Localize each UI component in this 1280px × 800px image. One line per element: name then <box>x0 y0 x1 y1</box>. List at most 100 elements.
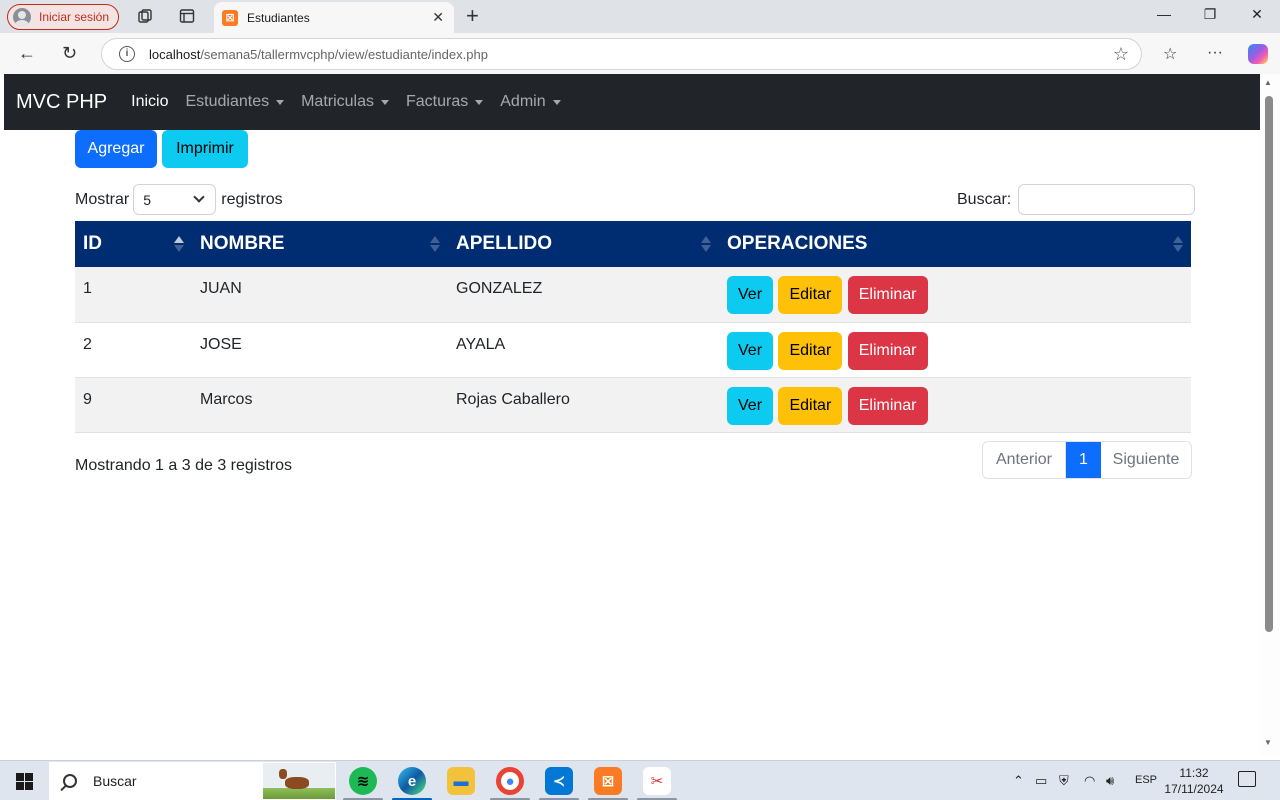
search-icon <box>63 774 77 788</box>
nav-dropdown-estudiantes[interactable]: Estudiantes <box>185 93 285 111</box>
tab-title: Estudiantes <box>247 10 310 25</box>
caret-down-icon <box>552 99 561 105</box>
browser-tab-active[interactable]: ⊠ Estudiantes ✕ <box>214 2 454 33</box>
delete-button[interactable]: Eliminar <box>847 331 928 370</box>
cell-nombre: Marcos <box>200 390 253 408</box>
language-indicator[interactable]: ESP <box>1135 774 1157 786</box>
app-navbar: MVC PHP Inicio Estudiantes Matriculas Fa… <box>4 74 1260 130</box>
delete-button[interactable]: Eliminar <box>847 276 928 314</box>
cell-id: 1 <box>83 280 92 297</box>
restore-icon[interactable]: ❐ <box>1200 6 1220 23</box>
page-length-value: 5 <box>143 191 152 208</box>
xampp-icon[interactable]: ⊠ <box>594 767 622 795</box>
url-text[interactable]: localhost/semana5/tallermvcphp/view/estu… <box>149 47 488 62</box>
copilot-icon[interactable] <box>1248 44 1268 64</box>
favorites-icon[interactable]: ☆ <box>1163 44 1177 64</box>
cell-operaciones: Ver Editar Eliminar <box>719 322 1191 377</box>
favorite-star-icon[interactable]: ☆ <box>1113 44 1129 65</box>
edit-button[interactable]: Editar <box>778 276 843 314</box>
edit-button[interactable]: Editar <box>778 386 843 425</box>
sort-asc-icon <box>174 236 184 252</box>
column-header-operaciones[interactable]: OPERACIONES <box>719 221 1191 267</box>
url-host: localhost <box>149 47 201 62</box>
file-explorer-icon[interactable]: ▬ <box>447 767 475 795</box>
view-button[interactable]: Ver <box>727 386 774 425</box>
security-icon[interactable]: ⛨ <box>1059 773 1069 789</box>
tab-actions-icon[interactable] <box>179 8 195 24</box>
view-button[interactable]: Ver <box>727 331 774 370</box>
column-label: OPERACIONES <box>727 233 868 254</box>
search-highlight-image[interactable] <box>263 763 335 799</box>
nav-link-label: Inicio <box>131 93 169 110</box>
edit-button[interactable]: Editar <box>778 331 843 370</box>
vscode-icon[interactable]: ≺ <box>545 767 573 795</box>
chrome-icon[interactable]: ● <box>496 767 524 795</box>
nav-link-inicio[interactable]: Inicio <box>131 93 168 111</box>
back-arrow-icon[interactable]: ← <box>18 43 36 63</box>
xampp-favicon-icon: ⊠ <box>222 9 238 26</box>
minimize-icon[interactable]: — <box>1154 6 1174 22</box>
show-hidden-icons-icon[interactable]: ⌃ <box>1013 773 1024 789</box>
spotify-icon[interactable]: ≋ <box>349 767 377 795</box>
table-row: 2 JOSE AYALA Ver Editar Eliminar <box>75 322 1191 377</box>
column-header-apellido[interactable]: APELLIDO <box>448 221 719 267</box>
volume-icon[interactable]: 🔊︎ <box>1106 773 1114 789</box>
cell-apellido: AYALA <box>456 335 506 353</box>
pagination-page-current[interactable]: 1 <box>1066 442 1101 478</box>
profile-button[interactable]: Iniciar sesión <box>7 4 119 30</box>
tab-close-icon[interactable]: ✕ <box>432 9 444 26</box>
page-scrollbar[interactable]: ▲ ▼ <box>1260 74 1280 756</box>
snipping-tool-icon[interactable]: ✂ <box>643 767 671 795</box>
column-header-nombre[interactable]: NOMBRE <box>192 221 448 267</box>
clock-date: 17/11/2024 <box>1164 782 1224 796</box>
taskbar: Buscar ≋ e ▬ ● ≺ ⊠ ✂ ⌃ ▭ ⛨ ◠ 🔊︎ ESP 11:3… <box>0 760 1280 800</box>
sort-icon <box>430 236 440 252</box>
refresh-icon[interactable]: ↻ <box>62 43 77 63</box>
pagination-previous[interactable]: Anterior <box>983 442 1066 478</box>
scrollbar-thumb[interactable] <box>1265 96 1273 632</box>
pagination: Anterior 1 Siguiente <box>982 441 1192 479</box>
column-label: APELLIDO <box>456 233 553 254</box>
caret-down-icon <box>475 99 484 105</box>
add-button[interactable]: Agregar <box>75 130 157 168</box>
address-bar[interactable]: i localhost/semana5/tallermvcphp/view/es… <box>101 38 1142 70</box>
cell-operaciones: Ver Editar Eliminar <box>719 377 1191 432</box>
site-info-icon[interactable]: i <box>119 46 135 62</box>
search-label: Buscar: <box>957 190 1012 208</box>
new-tab-icon[interactable]: + <box>466 4 479 28</box>
nav-link-label: Facturas <box>406 93 469 110</box>
scroll-down-icon[interactable]: ▼ <box>1264 738 1272 747</box>
view-button[interactable]: Ver <box>727 276 774 314</box>
windows-start-icon[interactable] <box>16 773 33 790</box>
nav-dropdown-admin[interactable]: Admin <box>500 93 561 111</box>
nav-link-label: Matriculas <box>301 93 374 110</box>
column-header-id[interactable]: ID <box>75 221 192 267</box>
nav-dropdown-matriculas[interactable]: Matriculas <box>301 93 389 111</box>
notifications-icon[interactable] <box>1238 771 1256 787</box>
print-button[interactable]: Imprimir <box>162 130 248 168</box>
search-input[interactable] <box>1018 184 1196 215</box>
navbar-brand[interactable]: MVC PHP <box>16 91 107 114</box>
clock-time: 11:32 <box>1179 766 1209 780</box>
more-options-icon[interactable]: ··· <box>1207 44 1223 62</box>
delete-button[interactable]: Eliminar <box>847 386 928 425</box>
pagination-next[interactable]: Siguiente <box>1101 442 1191 478</box>
workspaces-icon[interactable] <box>137 8 153 24</box>
scroll-up-icon[interactable]: ▲ <box>1264 78 1272 87</box>
page-length-select[interactable]: 5 <box>133 184 217 215</box>
edge-icon[interactable]: e <box>398 767 426 795</box>
nav-link-label: Admin <box>500 93 546 110</box>
cell-nombre: JUAN <box>200 280 242 297</box>
wifi-icon[interactable]: ◠ <box>1084 773 1095 789</box>
table-row: 9 Marcos Rojas Caballero Ver Editar Elim… <box>75 377 1191 432</box>
close-window-icon[interactable]: ✕ <box>1247 6 1267 23</box>
sort-icon <box>701 236 711 252</box>
taskbar-clock[interactable]: 11:32 17/11/2024 <box>1163 765 1225 797</box>
url-path: /semana5/tallermvcphp/view/estudiante/in… <box>200 47 488 62</box>
table-header-row: ID NOMBRE APELLIDO OPERACIONES <box>75 221 1191 267</box>
nav-dropdown-facturas[interactable]: Facturas <box>406 93 484 111</box>
browser-titlebar: Iniciar sesión ⊠ Estudiantes ✕ + — ❐ ✕ <box>0 0 1280 33</box>
column-label: ID <box>83 233 102 254</box>
avatar-icon <box>13 8 31 26</box>
battery-saver-icon[interactable]: ▭ <box>1035 773 1047 789</box>
